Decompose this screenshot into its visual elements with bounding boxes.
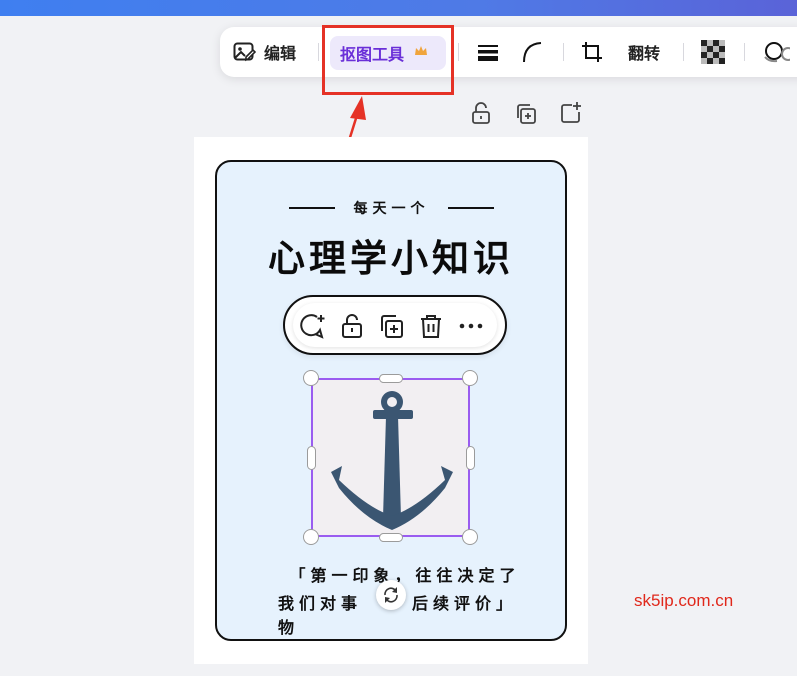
duplicate-element-button[interactable]: [378, 313, 404, 339]
anchor-icon: [331, 391, 453, 530]
image-edit-icon: [233, 42, 256, 62]
resize-handle-top-left[interactable]: [303, 370, 319, 386]
toolbar-divider: [318, 43, 319, 61]
transparency-icon: [701, 40, 725, 64]
more-options-button[interactable]: [458, 313, 484, 339]
delete-element-button[interactable]: [418, 313, 444, 339]
subtitle-group[interactable]: 每天一个: [289, 197, 494, 219]
quote-line-2-left[interactable]: 我们对事物: [278, 590, 378, 638]
resize-handle-bottom-right[interactable]: [462, 529, 478, 545]
flip-button[interactable]: 翻转: [628, 27, 660, 77]
transparency-button[interactable]: [701, 27, 725, 77]
add-page-icon: [561, 102, 581, 123]
line-weight-button[interactable]: [476, 27, 500, 77]
resize-handle-left[interactable]: [307, 446, 316, 470]
crop-button[interactable]: [580, 27, 604, 77]
duplicate-icon: [517, 104, 536, 124]
edit-button[interactable]: 编辑: [232, 27, 296, 77]
subtitle-line-right: [448, 207, 494, 209]
more-icon: [459, 323, 483, 329]
resize-handle-bottom[interactable]: [379, 533, 403, 542]
resize-handle-bottom-left[interactable]: [303, 529, 319, 545]
corner-radius-icon: [523, 42, 542, 63]
lock-icon: [472, 102, 490, 124]
add-page-button[interactable]: [559, 101, 583, 125]
image-toolbar: 编辑 抠图工具 翻转: [220, 27, 797, 77]
toolbar-divider: [683, 43, 684, 61]
rotate-icon: [384, 587, 398, 603]
main-title[interactable]: 心理学小知识: [215, 228, 567, 282]
quote-line-1[interactable]: 「第一印象，往往决定了: [240, 562, 570, 586]
resize-handle-top-right[interactable]: [462, 370, 478, 386]
effects-icon: [764, 42, 790, 63]
toolbar-divider: [563, 43, 564, 61]
toolbar-divider: [458, 43, 459, 61]
top-gradient-bar: [0, 0, 797, 16]
quote-line-2-right[interactable]: 后续评价」: [412, 590, 542, 614]
duplicate-icon: [381, 315, 403, 338]
anchor-image[interactable]: [311, 378, 470, 537]
effects-button[interactable]: [760, 27, 790, 77]
resize-handle-right[interactable]: [466, 446, 475, 470]
unlock-icon: [342, 314, 362, 338]
edit-label: 编辑: [264, 44, 297, 63]
line-weight-icon: [478, 45, 498, 61]
duplicate-page-button[interactable]: [514, 102, 538, 126]
add-comment-button[interactable]: [298, 313, 325, 339]
lock-button[interactable]: [469, 101, 493, 125]
watermark-text: sk5ip.com.cn: [634, 591, 734, 610]
rotate-button[interactable]: [376, 580, 406, 610]
toolbar-divider: [744, 43, 745, 61]
delete-icon: [421, 315, 441, 338]
resize-handle-top[interactable]: [379, 374, 403, 383]
unlock-element-button[interactable]: [339, 313, 365, 339]
crop-icon: [582, 42, 602, 62]
annotation-highlight-box: [322, 25, 454, 95]
corner-radius-button[interactable]: [520, 27, 544, 77]
comment-add-icon: [300, 314, 325, 339]
flip-label: 翻转: [628, 44, 661, 63]
